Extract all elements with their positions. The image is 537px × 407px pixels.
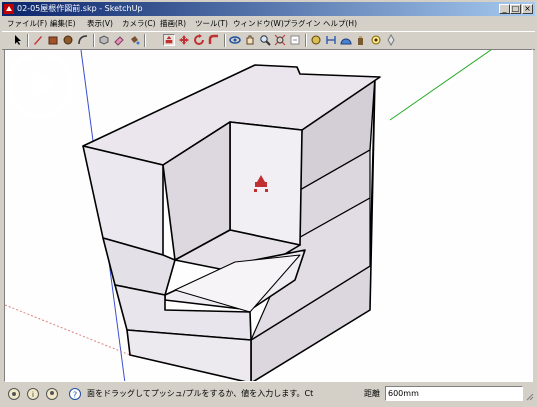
circle-icon[interactable] bbox=[62, 34, 74, 46]
green-axis bbox=[389, 50, 492, 121]
sketchup-window: 02-05屋根作図前.skp - SketchUp _ □ × ファイル(F) … bbox=[0, 0, 537, 407]
model-viewport[interactable] bbox=[4, 49, 533, 382]
user-icon[interactable] bbox=[45, 387, 59, 401]
title-bar[interactable]: 02-05屋根作図前.skp - SketchUp _ □ × bbox=[2, 2, 535, 16]
svg-text:?: ? bbox=[73, 391, 77, 400]
resize-grip-icon[interactable] bbox=[525, 392, 534, 401]
previous-view-icon[interactable] bbox=[289, 34, 301, 46]
model-canvas[interactable] bbox=[5, 50, 533, 382]
rotate-icon[interactable] bbox=[193, 34, 205, 46]
move-icon[interactable] bbox=[178, 34, 190, 46]
maximize-button[interactable]: □ bbox=[510, 4, 521, 14]
pencil-line-icon[interactable] bbox=[32, 34, 44, 46]
menu-view[interactable]: 表示(V) bbox=[87, 18, 113, 29]
zoom-icon[interactable] bbox=[259, 34, 271, 46]
status-bar: i ? 面をドラッグしてプッシュ/プルをするか、値を入力します。Ct 距離 60… bbox=[2, 384, 535, 405]
look-around-icon[interactable] bbox=[370, 34, 382, 46]
menu-bar: ファイル(F) 編集(E) 表示(V) カメラ(C) 描画(R) ツール(T) … bbox=[2, 17, 535, 30]
protractor-icon[interactable] bbox=[340, 34, 352, 46]
building-model[interactable] bbox=[82, 64, 381, 382]
zoom-extents-icon[interactable] bbox=[274, 34, 286, 46]
close-button[interactable]: × bbox=[522, 4, 533, 14]
menu-edit[interactable]: 編集(E) bbox=[50, 18, 76, 29]
menu-tools[interactable]: ツール(T) bbox=[195, 18, 228, 29]
credits-icon[interactable]: i bbox=[26, 387, 40, 401]
measurement-input[interactable]: 600mm bbox=[385, 386, 523, 401]
arc-icon[interactable] bbox=[77, 34, 89, 46]
menu-file[interactable]: ファイル(F) bbox=[7, 18, 47, 29]
menu-window[interactable]: ウィンドウ(W) bbox=[233, 18, 284, 29]
make-component-icon[interactable] bbox=[98, 34, 110, 46]
walk-icon[interactable] bbox=[355, 34, 367, 46]
help-instructor-icon[interactable]: ? bbox=[68, 387, 82, 401]
pan-icon[interactable] bbox=[244, 34, 256, 46]
rectangle-icon[interactable] bbox=[47, 34, 59, 46]
play-video-icon[interactable] bbox=[5, 50, 75, 120]
menu-draw[interactable]: 描画(R) bbox=[160, 18, 186, 29]
main-toolbar bbox=[2, 31, 535, 50]
orbit-icon[interactable] bbox=[229, 34, 241, 46]
measurement-label: 距離 bbox=[364, 389, 380, 398]
position-camera-icon[interactable] bbox=[385, 34, 397, 46]
select-arrow-icon[interactable] bbox=[12, 34, 24, 46]
red-axis-dashed bbox=[5, 304, 131, 356]
eraser-icon[interactable] bbox=[113, 34, 125, 46]
svg-text:i: i bbox=[32, 391, 34, 399]
minimize-button[interactable]: _ bbox=[499, 4, 510, 14]
window-title: 02-05屋根作図前.skp - SketchUp bbox=[17, 4, 143, 13]
paint-bucket-icon[interactable] bbox=[128, 34, 140, 46]
follow-me-icon[interactable] bbox=[208, 34, 220, 46]
status-hint: 面をドラッグしてプッシュ/プルをするか、値を入力します。Ct bbox=[87, 389, 314, 398]
tape-measure-icon[interactable] bbox=[310, 34, 322, 46]
geo-location-icon[interactable] bbox=[7, 387, 21, 401]
menu-help[interactable]: ヘルプ(H) bbox=[323, 18, 357, 29]
menu-plugins[interactable]: プラグイン bbox=[283, 18, 321, 29]
dimension-icon[interactable] bbox=[325, 34, 337, 46]
menu-camera[interactable]: カメラ(C) bbox=[122, 18, 156, 29]
sketchup-app-icon bbox=[4, 4, 14, 14]
push-pull-icon[interactable] bbox=[163, 34, 175, 46]
